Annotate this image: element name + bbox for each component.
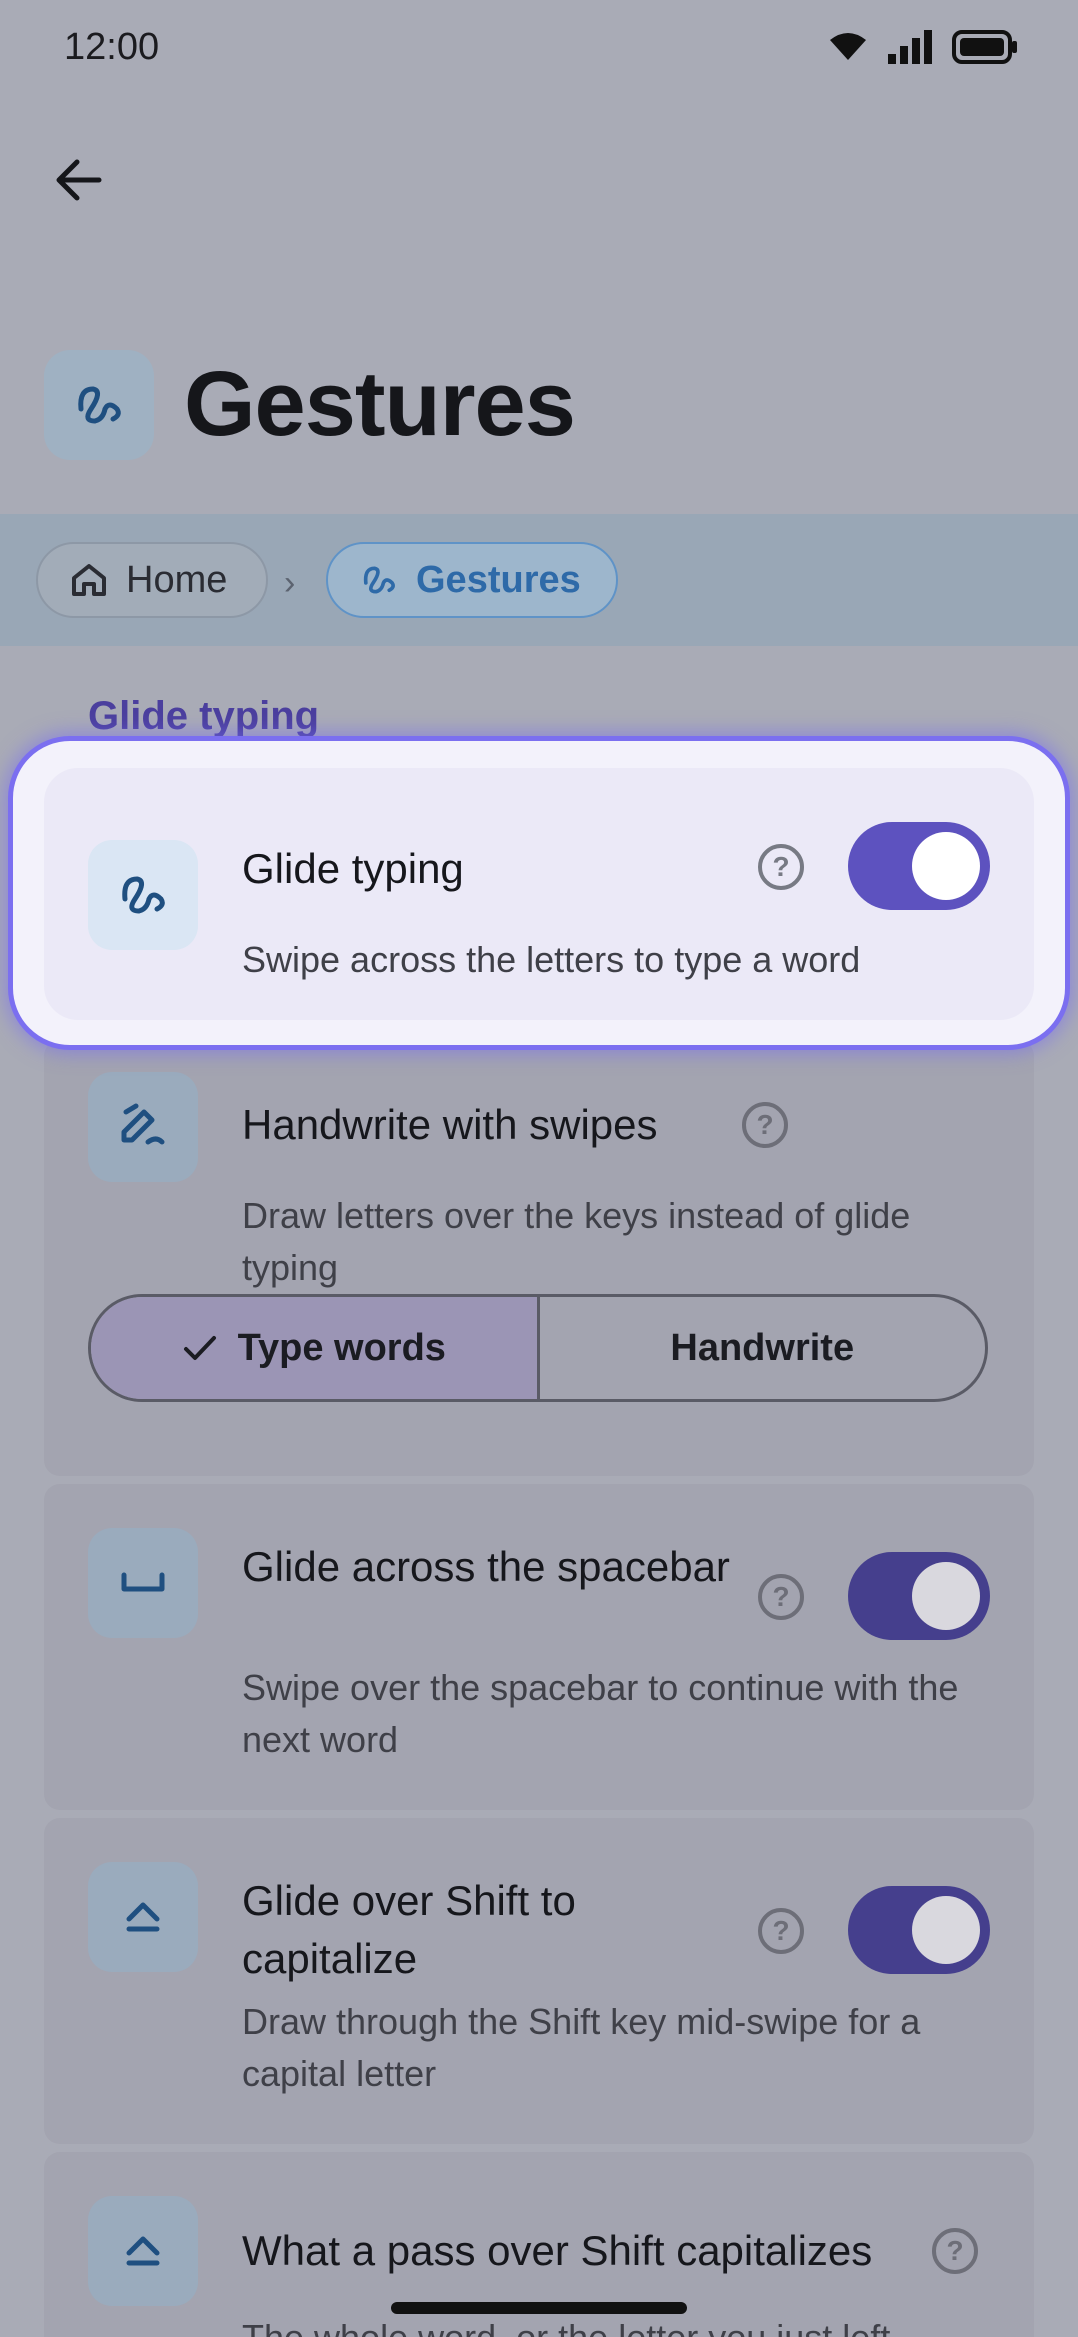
- shift-tile: [88, 2196, 198, 2306]
- back-arrow-icon: [56, 159, 102, 201]
- handwrite-tile: [88, 1072, 198, 1182]
- glide-squiggle-icon: [363, 566, 395, 594]
- setting-description: Swipe over the spacebar to continue with…: [242, 1667, 959, 1760]
- glide-squiggle-icon: [122, 876, 165, 914]
- setting-title: Glide typing: [242, 845, 464, 892]
- glide-spacebar-toggle[interactable]: [848, 1552, 990, 1640]
- breadcrumb: Home › Gestures: [0, 514, 1078, 646]
- glide-squiggle-icon: [78, 386, 121, 424]
- setting-title: What a pass over Shift capitalizes: [242, 2227, 873, 2274]
- help-icon[interactable]: ?: [758, 1908, 804, 1954]
- toggle-knob: [912, 1562, 980, 1630]
- segment-label: Handwrite: [670, 1326, 855, 1369]
- chevron-right-icon: ›: [284, 564, 296, 602]
- setting-handwrite-swipes: Handwrite with swipes ? Draw letters ove…: [44, 1040, 1034, 1476]
- segment-handwrite[interactable]: Handwrite: [540, 1297, 986, 1399]
- breadcrumb-home[interactable]: Home: [36, 542, 268, 618]
- setting-glide-shift: Glide over Shift to capitalize ? Draw th…: [44, 1818, 1034, 2144]
- toggle-knob: [912, 832, 980, 900]
- breadcrumb-home-label: Home: [126, 558, 228, 601]
- setting-title: Handwrite with swipes: [242, 1101, 658, 1148]
- segment-label: Type words: [237, 1326, 446, 1369]
- home-indicator[interactable]: [391, 2302, 687, 2314]
- gestures-title-icon: [44, 350, 154, 460]
- handwrite-mode-segmented: Type words Handwrite: [88, 1294, 988, 1402]
- wifi-icon: [830, 33, 866, 60]
- check-icon: [183, 1336, 216, 1360]
- setting-description: Draw letters over the keys instead of gl…: [242, 1195, 911, 1288]
- home-icon: [72, 564, 106, 596]
- help-icon[interactable]: ?: [742, 1102, 788, 1148]
- shift-icon: [126, 2236, 160, 2266]
- breadcrumb-gestures-label: Gestures: [416, 558, 581, 601]
- setting-glide-spacebar: Glide across the spacebar ? Swipe over t…: [44, 1484, 1034, 1810]
- glide-shift-toggle[interactable]: [848, 1886, 990, 1974]
- toggle-knob: [912, 1896, 980, 1964]
- setting-description: Swipe across the letters to type a word: [242, 939, 861, 980]
- battery-icon: [952, 30, 1017, 64]
- spacebar-tile: [88, 1528, 198, 1638]
- setting-description: The whole word, or the letter you just l…: [242, 2312, 1002, 2337]
- setting-title: Glide across the spacebar: [242, 1543, 730, 1590]
- shift-tile: [88, 1862, 198, 1972]
- shift-icon: [126, 1902, 160, 1932]
- status-time: 12:00: [64, 26, 160, 68]
- back-button[interactable]: [48, 150, 108, 210]
- setting-glide-typing: Glide typing ? Swipe across the letters …: [44, 768, 1034, 1020]
- signal-icon: [888, 30, 932, 64]
- setting-title: Glide over Shift to capitalize: [242, 1877, 576, 1982]
- breadcrumb-gestures[interactable]: Gestures: [326, 542, 618, 618]
- help-icon[interactable]: ?: [758, 1574, 804, 1620]
- section-label: Glide typing: [88, 694, 320, 738]
- help-icon[interactable]: ?: [758, 844, 804, 890]
- segment-type-words[interactable]: Type words: [91, 1297, 540, 1399]
- page-title: Gestures: [184, 353, 576, 455]
- status-icons: [828, 30, 1018, 64]
- help-icon[interactable]: ?: [932, 2228, 978, 2274]
- spacebar-icon: [121, 1572, 165, 1592]
- handwrite-pen-icon: [121, 1103, 165, 1145]
- setting-description: Draw through the Shift key mid-swipe for…: [242, 2001, 921, 2094]
- glide-tile: [88, 840, 198, 950]
- glide-typing-toggle[interactable]: [848, 822, 990, 910]
